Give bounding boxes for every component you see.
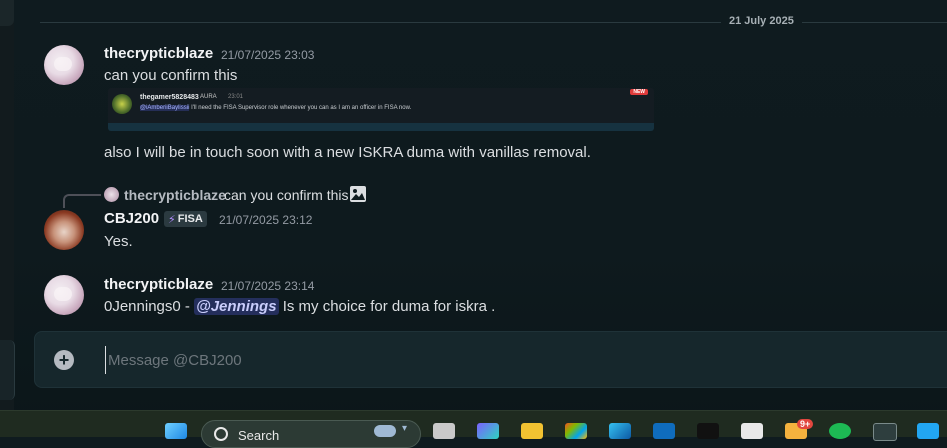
username[interactable]: CBJ200	[104, 210, 159, 227]
timestamp: 21/07/2025 23:14	[221, 279, 315, 293]
message-composer: +	[34, 331, 947, 388]
message-input[interactable]	[105, 346, 910, 374]
app-icon[interactable]	[741, 423, 763, 439]
search-icon	[214, 427, 228, 441]
search-highlight-icon	[374, 425, 396, 437]
badge-label: FISA	[177, 213, 203, 225]
embed-message: I'll need the FISA Supervisor role whene…	[189, 105, 412, 111]
vscode-icon[interactable]	[917, 423, 939, 439]
copilot-icon[interactable]	[477, 423, 499, 439]
embed-username: thegamer5828483	[140, 94, 199, 101]
reply-preview-text[interactable]: can you confirm this	[224, 187, 349, 203]
notification-badge: 9+	[797, 419, 814, 429]
embed-mention: @iAmberiiBaylissii	[140, 105, 190, 111]
date-divider-label: 21 July 2025	[721, 15, 802, 27]
file-explorer-icon[interactable]	[521, 423, 543, 439]
server-sidebar-edge	[0, 0, 15, 410]
taskbar-search[interactable]: Search ▾	[201, 420, 421, 448]
reply-username[interactable]: thecrypticblaze	[124, 187, 226, 203]
image-icon	[350, 186, 366, 202]
message-text: 0Jennings0 - @Jennings Is my choice for …	[104, 298, 495, 315]
role-badge[interactable]: ⚡ FISA	[164, 211, 207, 227]
message-text-part: Is my choice for duma for iskra .	[278, 298, 496, 315]
username[interactable]: thecrypticblaze	[104, 45, 213, 62]
reply-connector	[63, 194, 101, 208]
outlook-icon[interactable]	[653, 423, 675, 439]
reply-avatar[interactable]	[104, 187, 119, 202]
message-text: can you confirm this	[104, 67, 238, 84]
image-attachment[interactable]: thegamer5828483 AURA 23:01 @iAmberiiBayl…	[108, 88, 654, 131]
windows-start-icon[interactable]	[165, 423, 187, 439]
date-divider	[40, 22, 947, 23]
embed-tag: AURA	[200, 94, 217, 100]
avatar[interactable]	[44, 275, 84, 315]
spotify-icon[interactable]	[829, 423, 851, 439]
timestamp: 21/07/2025 23:12	[219, 213, 313, 227]
bolt-icon: ⚡	[168, 213, 176, 226]
message-text-part: 0Jennings0 -	[104, 298, 195, 315]
message-text: also I will be in touch soon with a new …	[104, 144, 591, 161]
app-icon[interactable]	[873, 423, 897, 441]
app-icon[interactable]	[697, 423, 719, 439]
sidebar-stub-top[interactable]	[0, 0, 14, 26]
username[interactable]: thecrypticblaze	[104, 276, 213, 293]
edge-icon[interactable]	[609, 423, 631, 439]
os-taskbar: Search ▾ 9+	[0, 410, 947, 448]
embed-time: 23:01	[228, 94, 244, 100]
app-icon[interactable]	[433, 423, 455, 439]
sidebar-stub-bottom[interactable]	[0, 340, 15, 400]
embed-avatar	[112, 94, 132, 114]
new-badge: NEW	[630, 89, 648, 95]
embed-text: @iAmberiiBaylissii I'll need the FISA Su…	[140, 105, 411, 111]
avatar[interactable]	[44, 45, 84, 85]
user-mention[interactable]: @Jennings	[194, 298, 279, 315]
avatar[interactable]	[44, 210, 84, 250]
embed-bottom-bar	[108, 123, 654, 131]
store-icon[interactable]	[565, 423, 587, 439]
message-text: Yes.	[104, 233, 133, 250]
timestamp: 21/07/2025 23:03	[221, 48, 315, 62]
chevron-down-icon: ▾	[402, 423, 408, 434]
add-attachment-button[interactable]: +	[54, 350, 74, 370]
